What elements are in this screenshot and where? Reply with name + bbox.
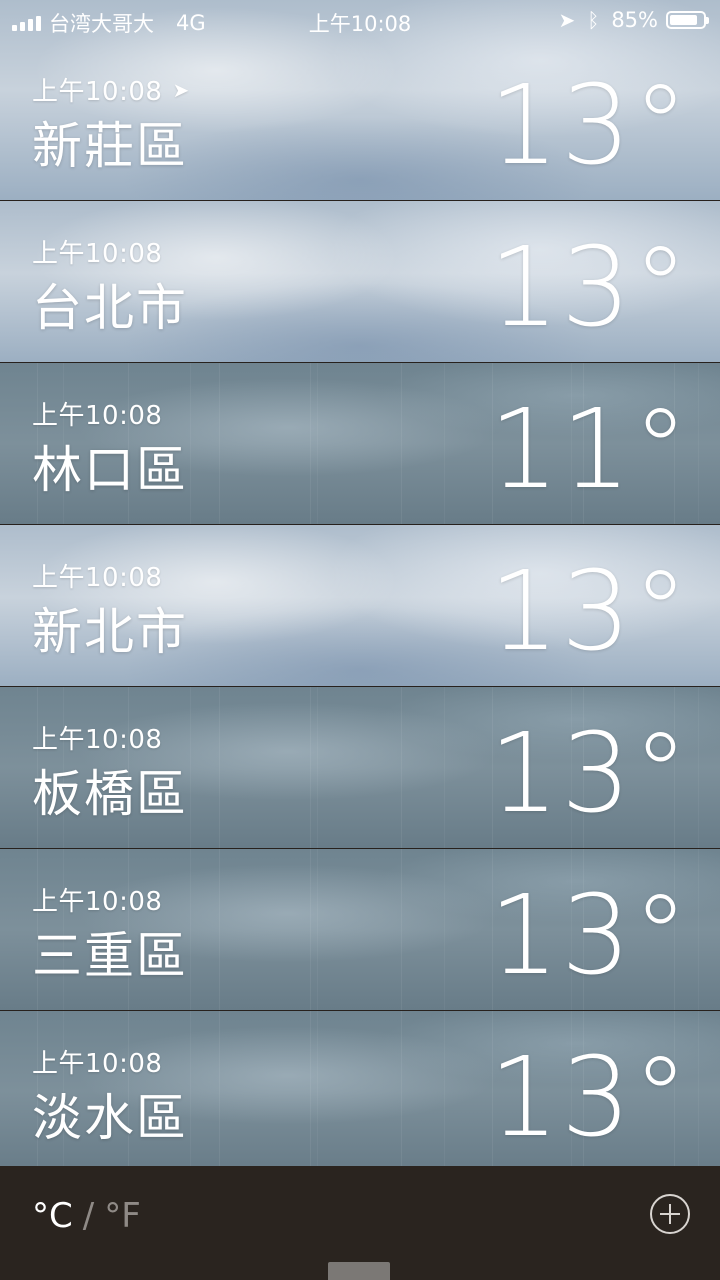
city-name: 淡水區 (32, 1089, 188, 1147)
city-time: 上午10:08 (32, 725, 163, 755)
city-temperature: 11° (489, 385, 690, 513)
city-row-5[interactable]: 上午10:08 三重區 13° (0, 849, 720, 1011)
city-name: 板橋區 (32, 765, 188, 823)
unit-separator: / (82, 1196, 95, 1236)
city-time: 上午10:08 (32, 563, 163, 593)
city-row-6[interactable]: 上午10:08 淡水區 13° (0, 1011, 720, 1173)
city-name: 新北市 (32, 603, 188, 661)
city-time: 上午10:08 (32, 239, 163, 269)
weather-city-list-screen: 上午10:08 ➤ 新莊區 13° 上午10:08 台北市 13° 上午10:0… (0, 0, 720, 1280)
city-time: 上午10:08 ➤ (32, 77, 190, 107)
city-name: 新莊區 (32, 117, 188, 175)
battery-percent: 85% (611, 8, 658, 32)
city-row-3[interactable]: 上午10:08 新北市 13° (0, 525, 720, 687)
status-bar: 台湾大哥大 4G 上午10:08 ➤ ᛒ 85% (0, 0, 720, 42)
city-list: 上午10:08 ➤ 新莊區 13° 上午10:08 台北市 13° 上午10:0… (0, 0, 720, 1173)
unit-celsius[interactable]: °C (32, 1196, 73, 1236)
city-name: 三重區 (32, 927, 188, 985)
city-temperature: 13° (489, 223, 690, 351)
battery-icon (666, 11, 709, 29)
city-temperature: 13° (489, 61, 690, 189)
bluetooth-icon: ᛒ (587, 8, 600, 32)
city-row-4[interactable]: 上午10:08 板橋區 13° (0, 687, 720, 849)
add-city-button[interactable] (650, 1194, 690, 1234)
location-arrow-icon: ➤ (172, 77, 190, 102)
city-time: 上午10:08 (32, 401, 163, 431)
home-indicator (328, 1262, 390, 1280)
city-temperature: 13° (489, 547, 690, 675)
city-time: 上午10:08 (32, 1049, 163, 1079)
city-name: 台北市 (32, 279, 188, 337)
city-row-1[interactable]: 上午10:08 台北市 13° (0, 201, 720, 363)
city-temperature: 13° (489, 709, 690, 837)
city-row-2[interactable]: 上午10:08 林口區 11° (0, 363, 720, 525)
city-temperature: 13° (489, 1033, 690, 1161)
battery-fill (670, 15, 698, 25)
unit-toggle[interactable]: °C / °F (32, 1196, 141, 1236)
unit-fahrenheit[interactable]: °F (104, 1196, 141, 1236)
location-arrow-icon: ➤ (558, 8, 576, 32)
city-time: 上午10:08 (32, 887, 163, 917)
city-name: 林口區 (32, 441, 188, 499)
bottom-toolbar: °C / °F (0, 1166, 720, 1280)
city-temperature: 13° (489, 871, 690, 999)
